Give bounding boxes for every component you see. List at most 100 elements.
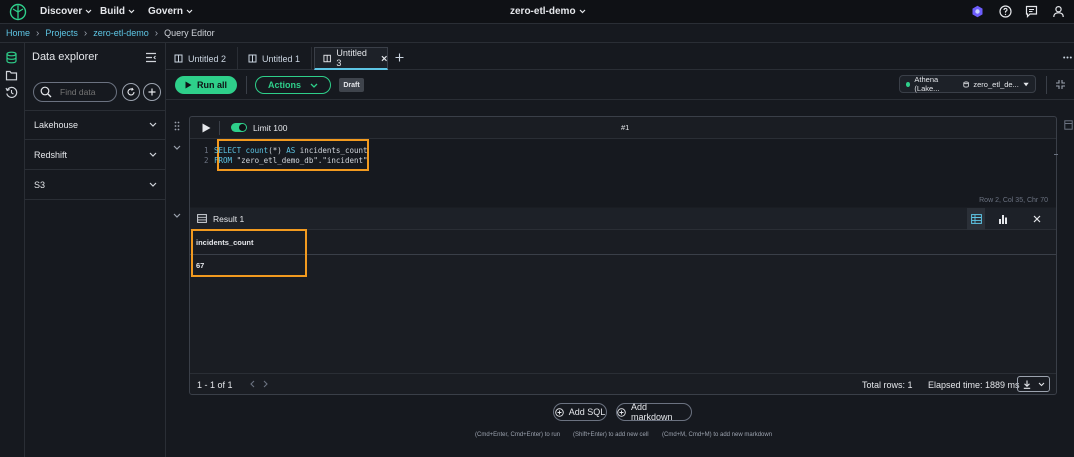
plus-circle-icon bbox=[554, 407, 564, 417]
menu-govern-label: Govern bbox=[148, 6, 184, 17]
search-icon bbox=[40, 86, 52, 98]
top-navigation-bar: Discover Build Govern zero-etl-demo bbox=[0, 0, 1074, 24]
database-icon[interactable] bbox=[5, 51, 18, 64]
download-icon bbox=[1023, 380, 1030, 389]
cell-menu-icon[interactable] bbox=[1064, 120, 1073, 130]
chevron-right-icon: › bbox=[36, 27, 40, 39]
total-rows: Total rows: 1 bbox=[862, 380, 913, 390]
sql-text: "zero_etl_demo_db"."incident" bbox=[232, 156, 368, 165]
search-input[interactable] bbox=[60, 87, 110, 97]
menu-govern[interactable]: Govern bbox=[148, 6, 193, 17]
run-all-label: Run all bbox=[196, 80, 227, 90]
tab-label: Untitled 2 bbox=[188, 53, 227, 64]
breadcrumb-home[interactable]: Home bbox=[6, 28, 30, 38]
table-view-button[interactable] bbox=[967, 208, 985, 230]
play-icon bbox=[202, 123, 211, 133]
result-title: Result 1 bbox=[213, 214, 245, 224]
collapse-editor-icon[interactable] bbox=[173, 145, 181, 150]
database-icon bbox=[963, 81, 969, 87]
close-tab-icon[interactable] bbox=[381, 55, 387, 62]
download-button[interactable] bbox=[1017, 376, 1050, 392]
explorer-section-s3[interactable]: S3 bbox=[25, 170, 166, 200]
column-header: incidents_count bbox=[196, 238, 254, 247]
chart-view-icon[interactable] bbox=[998, 214, 1008, 224]
breadcrumb-project[interactable]: zero-etl-demo bbox=[93, 28, 149, 38]
run-all-button[interactable]: Run all bbox=[175, 76, 237, 94]
menu-discover-label: Discover bbox=[40, 6, 83, 17]
breadcrumb-projects[interactable]: Projects bbox=[45, 28, 78, 38]
collapse-fullscreen-icon[interactable] bbox=[1055, 79, 1066, 90]
elapsed-time: Elapsed time: 1889 ms bbox=[928, 380, 1020, 390]
connection-name: Athena (Lake... bbox=[914, 75, 940, 93]
project-name: zero-etl-demo bbox=[510, 6, 576, 17]
add-markdown-hint: (Cmd+M, Cmd+M) to add new markdown bbox=[662, 432, 773, 438]
connection-status-dot bbox=[906, 81, 911, 87]
chevron-down-icon bbox=[310, 83, 318, 88]
prev-page-icon[interactable] bbox=[250, 380, 255, 388]
sql-keyword: FROM bbox=[214, 156, 233, 165]
next-page-icon[interactable] bbox=[263, 380, 268, 388]
tab-untitled-1[interactable]: Untitled 1 bbox=[240, 47, 312, 70]
folder-icon[interactable] bbox=[5, 69, 18, 82]
collapse-result-icon[interactable] bbox=[173, 213, 181, 218]
new-tab-icon[interactable] bbox=[395, 53, 404, 62]
add-sql-label: Add SQL bbox=[568, 407, 606, 417]
chevron-down-icon bbox=[149, 122, 157, 127]
tab-untitled-3[interactable]: Untitled 3 bbox=[314, 47, 388, 70]
feedback-icon[interactable] bbox=[1025, 5, 1038, 18]
app-logo-icon[interactable] bbox=[9, 3, 27, 21]
data-explorer-panel: Data explorer Lakehouse Redshift S3 bbox=[25, 43, 166, 457]
assistant-icon[interactable] bbox=[971, 5, 984, 18]
menu-build[interactable]: Build bbox=[100, 6, 135, 17]
cell-header: Limit 100 #1 bbox=[190, 117, 1056, 139]
add-cell-hint: (Shift+Enter) to add new cell bbox=[573, 432, 649, 438]
line-number: 2 bbox=[204, 156, 209, 165]
limit-toggle[interactable] bbox=[231, 123, 247, 132]
result-value: 67 bbox=[196, 261, 205, 270]
add-data-button[interactable] bbox=[143, 83, 161, 101]
tab-untitled-2[interactable]: Untitled 2 bbox=[166, 47, 238, 70]
cursor-position: Row 2, Col 35, Chr 70 bbox=[979, 197, 1048, 204]
user-profile-icon[interactable] bbox=[1052, 5, 1065, 18]
add-sql-button[interactable]: Add SQL bbox=[553, 403, 607, 421]
drag-handle-icon[interactable] bbox=[174, 121, 180, 131]
connection-selector[interactable]: Athena (Lake... zero_etl_de... bbox=[899, 75, 1036, 93]
add-markdown-button[interactable]: Add markdown bbox=[616, 402, 692, 422]
result-footer: 1 - 1 of 1 Total rows: 1 Elapsed time: 1… bbox=[190, 373, 1056, 395]
sql-text: (*) bbox=[268, 146, 287, 155]
code-area[interactable]: 1 SELECT count(*) AS incidents_count 2 FROM… bbox=[204, 146, 368, 166]
chevron-right-icon: › bbox=[154, 27, 159, 39]
explorer-section-lakehouse[interactable]: Lakehouse bbox=[25, 110, 166, 140]
chevron-down-icon bbox=[579, 9, 585, 14]
menu-discover[interactable]: Discover bbox=[40, 6, 92, 17]
left-icon-rail bbox=[0, 43, 25, 457]
chevron-down-icon bbox=[149, 152, 157, 157]
toolbar-divider bbox=[246, 76, 247, 94]
project-switcher[interactable]: zero-etl-demo bbox=[510, 6, 586, 17]
section-label: Lakehouse bbox=[34, 119, 79, 130]
line-number: 1 bbox=[204, 146, 209, 155]
chevron-right-icon: › bbox=[83, 27, 88, 39]
help-icon[interactable] bbox=[999, 5, 1012, 18]
actions-dropdown[interactable]: Actions bbox=[255, 76, 331, 94]
breadcrumb-current: Query Editor bbox=[164, 28, 215, 38]
close-result-icon[interactable] bbox=[1033, 215, 1041, 223]
collapse-panel-icon[interactable] bbox=[145, 52, 157, 63]
explorer-title: Data explorer bbox=[32, 51, 99, 63]
draft-badge: Draft bbox=[339, 78, 364, 92]
toolbar-divider bbox=[1046, 76, 1047, 94]
find-data-search[interactable] bbox=[33, 82, 117, 102]
play-icon bbox=[185, 81, 192, 89]
notebook-icon bbox=[248, 54, 257, 63]
run-cell-button[interactable] bbox=[202, 123, 211, 133]
database-name: zero_etl_de... bbox=[973, 79, 1019, 89]
section-label: Redshift bbox=[34, 149, 68, 160]
cell-number: #1 bbox=[621, 123, 630, 132]
explorer-section-redshift[interactable]: Redshift bbox=[25, 140, 166, 170]
sql-cell: Limit 100 #1 1 SELECT count(*) AS inciden… bbox=[189, 116, 1058, 395]
refresh-button[interactable] bbox=[122, 83, 140, 101]
more-options-icon[interactable] bbox=[1063, 56, 1072, 59]
code-line: 2 FROM "zero_etl_demo_db"."incident" bbox=[204, 156, 368, 166]
history-icon[interactable] bbox=[5, 86, 18, 99]
result-header: Result 1 bbox=[190, 208, 1056, 230]
